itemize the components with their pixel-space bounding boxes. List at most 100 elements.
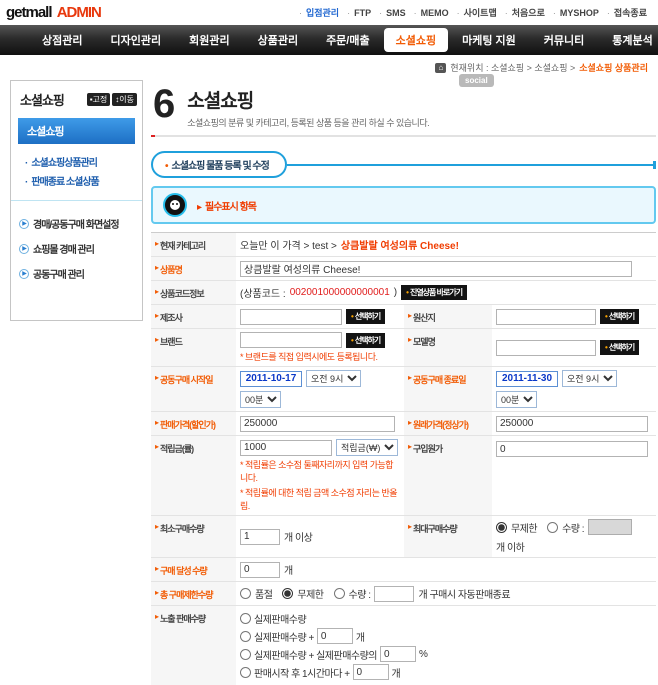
breadcrumb-path: 현재위치 : 소셜쇼핑 > 소셜쇼핑 > [450,61,575,74]
label-origin: ▸원산지 [404,305,492,328]
robot-icon [163,193,187,217]
sidebar: 소셜쇼핑 ▪고정 ↕이동 소셜쇼핑 소셜쇼핑상품관리 판매종료 소셜상품 ▶ 경… [10,80,143,321]
bullet-icon: • [406,288,408,297]
code-suffix: ) [394,287,397,298]
sidebar-item-groupbuy-manage[interactable]: ▶ 공동구매 관리 [19,261,136,286]
nav-tab-marketing[interactable]: 마케팅 지원 [448,28,530,52]
model-select-button[interactable]: •선택하기 [600,340,639,355]
label-product-name: ▸상품명 [151,257,236,280]
logo-main: getmall [6,4,52,21]
origin-select-button[interactable]: •선택하기 [600,309,639,324]
target-qty-input[interactable] [240,562,280,578]
nav-tab-store[interactable]: 상점관리 [28,28,96,52]
min-qty-input[interactable] [240,529,280,545]
manufacturer-input[interactable] [240,309,342,325]
display-qty-plus-input[interactable] [317,628,353,644]
sidebar-item-mall-auction-manage[interactable]: ▶ 쇼핑몰 경매 관리 [19,236,136,261]
section-number: 6 [153,82,175,126]
arrow-icon: ▶ [19,269,29,279]
bullet-icon: • [605,343,607,352]
display-qty-hourly-radio[interactable] [240,667,251,678]
sidebar-item-ended-social-products[interactable]: 판매종료 소셜상품 [25,171,132,190]
top-link-memo[interactable]: MEMO [411,8,452,18]
total-limit-qty-radio[interactable] [334,588,345,599]
top-link-sitemap[interactable]: 사이트맵 [454,6,500,19]
top-bar: getmall ADMIN 입점관리 FTP SMS MEMO 사이트맵 처음으… [0,0,658,25]
pin-badge[interactable]: ▪고정 [87,93,111,106]
mileage-input[interactable] [240,440,332,456]
display-qty-hourly-input[interactable] [353,664,389,680]
sale-price-input[interactable] [240,416,395,432]
label-mileage: ▸적립금(률) [151,436,236,515]
breadcrumb-current: 소셜쇼핑 상품관리 [579,61,648,74]
model-input[interactable] [496,340,596,356]
origin-input[interactable] [496,309,596,325]
max-qty-limit-radio[interactable] [547,522,558,533]
nav-tab-social-shopping[interactable]: 소셜쇼핑 [384,28,448,52]
top-link-sms[interactable]: SMS [376,8,409,18]
sidebar-item-social-shopping[interactable]: 소셜쇼핑 [18,118,135,144]
nav-tab-design[interactable]: 디자인관리 [96,28,175,52]
nav-tab-community[interactable]: 커뮤니티 [530,28,598,52]
end-date-input[interactable] [496,371,558,387]
label-manufacturer: ▸제조사 [151,305,236,328]
arrow-icon: ▶ [19,219,29,229]
nav-tab-stats-1[interactable]: 통계분석 [598,28,658,52]
total-limit-soldout-radio[interactable] [240,588,251,599]
label-purchase-cost: ▸구입원가 [404,436,492,515]
display-qty-percent-input[interactable] [380,646,416,662]
person-icon [483,94,509,132]
start-date-input[interactable] [240,371,302,387]
total-limit-unlimited-radio[interactable] [282,588,293,599]
top-link-myshop[interactable]: MYSHOP [550,8,602,18]
goto-display-product-button[interactable]: •진열상품 바로가기 [401,285,467,300]
label-groupbuy-end: ▸공동구매 종료일 [404,367,492,411]
nav-tab-members[interactable]: 회원관리 [175,28,243,52]
top-link-home[interactable]: 처음으로 [502,6,548,19]
logo[interactable]: getmall ADMIN [6,4,101,21]
speech-bubble: social [459,74,494,87]
top-link-ftp[interactable]: FTP [344,8,374,18]
display-qty-plus-radio[interactable] [240,631,251,642]
brand-input[interactable] [240,332,342,348]
sidebar-item-auction-screen-settings[interactable]: ▶ 경매/공동구매 화면설정 [19,211,136,236]
label-original-price: ▸원래가격(정상가) [404,412,492,435]
social-illustration: social [433,74,511,132]
manufacturer-select-button[interactable]: •선택하기 [346,309,385,324]
nav-tab-products[interactable]: 상품관리 [244,28,312,52]
start-hour-select[interactable]: 오전 9시 [306,370,361,387]
product-form: ▸현재 카테고리 오늘만 이 가격 > test > 상큼발랄 여성의류 Che… [151,232,656,685]
bullet-icon: • [165,161,168,172]
section-line-cap [653,161,656,169]
move-badge[interactable]: ↕이동 [112,93,137,106]
max-qty-unlimited-radio[interactable] [496,522,507,533]
breadcrumb: ⌂ 현재위치 : 소셜쇼핑 > 소셜쇼핑 > 소셜쇼핑 상품관리 [0,55,658,76]
end-minute-select[interactable]: 00분 [496,391,537,408]
purchase-cost-input[interactable] [496,441,648,457]
divider-tick [151,135,155,137]
section-line [287,164,653,166]
start-minute-select[interactable]: 00분 [240,391,281,408]
label-target-qty: ▸구매 달성 수량 [151,558,236,581]
label-sale-price: ▸판매가격(할인가) [151,412,236,435]
product-name-input[interactable] [240,261,632,277]
sidebar-item-social-product-manage[interactable]: 소셜쇼핑상품관리 [25,152,132,171]
bullet-icon: • [351,312,353,321]
end-hour-select[interactable]: 오전 9시 [562,370,617,387]
page-header: 6 소셜쇼핑 소셜쇼핑의 분류 및 카테고리, 등록된 상품 등을 관리 하실 … [151,80,656,137]
label-min-qty: ▸최소구매수량 [151,516,236,557]
max-qty-input[interactable] [588,519,632,535]
sidebar-title: 소셜쇼핑 [20,90,64,109]
label-current-category: ▸현재 카테고리 [151,233,236,256]
display-qty-actual-radio[interactable] [240,613,251,624]
home-icon: ⌂ [435,63,446,73]
display-qty-percent-radio[interactable] [240,649,251,660]
total-limit-qty-input[interactable] [374,586,414,602]
original-price-input[interactable] [496,416,648,432]
label-max-qty: ▸최대구매수량 [404,516,492,557]
brand-select-button[interactable]: •선택하기 [346,333,385,348]
top-link-logout[interactable]: 접속종료 [604,6,650,19]
nav-tab-orders[interactable]: 주문/매출 [312,28,384,52]
top-link-store-admission[interactable]: 입점관리 [296,6,342,19]
mileage-unit-select[interactable]: 적립금(₩) [336,439,398,456]
